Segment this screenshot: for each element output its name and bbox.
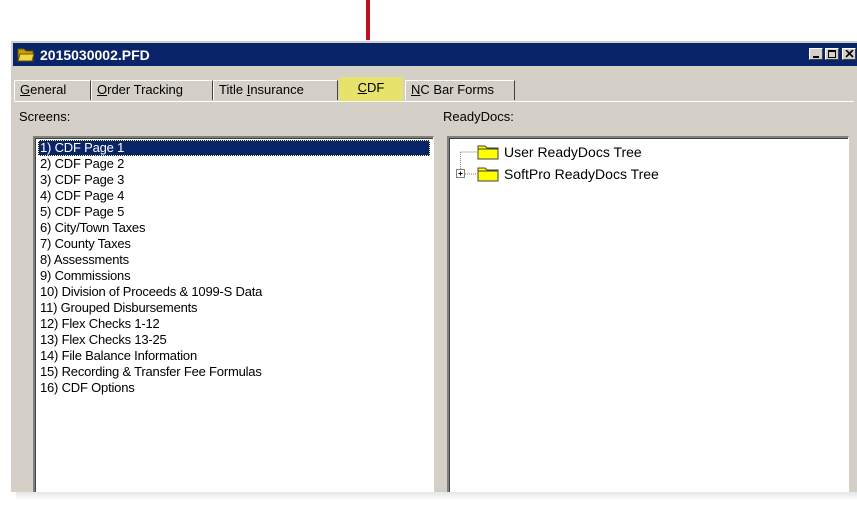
screens-label: Screens: [19, 109, 71, 124]
minimize-button[interactable] [809, 48, 823, 60]
tab-general[interactable]: General [14, 80, 91, 100]
tab-cdf[interactable]: CDF [339, 77, 403, 101]
readydocs-label: ReadyDocs: [443, 109, 514, 124]
tab-title-insurance-label-pre: Title [219, 82, 247, 97]
screens-list-item[interactable]: 6) City/Town Taxes [38, 220, 430, 236]
window-title: 2015030002.PFD [40, 47, 150, 63]
screens-list-item[interactable]: 14) File Balance Information [38, 348, 430, 364]
minimize-icon [813, 56, 819, 58]
screens-list-item[interactable]: 3) CDF Page 3 [38, 172, 430, 188]
folder-icon [477, 167, 499, 182]
close-button[interactable] [842, 48, 856, 60]
screens-list-item[interactable]: 7) County Taxes [38, 236, 430, 252]
screens-list-item[interactable]: 4) CDF Page 4 [38, 188, 430, 204]
screens-list-item[interactable]: 10) Division of Proceeds & 1099-S Data [38, 284, 430, 300]
screens-list-item[interactable]: 12) Flex Checks 1-12 [38, 316, 430, 332]
tab-nc-bar-forms[interactable]: NC Bar Forms [405, 80, 515, 100]
screens-list-item[interactable]: 1) CDF Page 1 [38, 140, 430, 156]
screens-list-item[interactable]: 16) CDF Options [38, 380, 430, 396]
screens-list-item[interactable]: 9) Commissions [38, 268, 430, 284]
tab-title-insurance-label: nsurance [250, 82, 304, 97]
close-icon [845, 50, 854, 58]
tab-nc-bar-forms-label: C Bar Forms [420, 82, 495, 97]
maximize-icon [828, 50, 836, 58]
tree-node-label: User ReadyDocs Tree [504, 144, 642, 160]
tab-general-accesskey: G [20, 82, 31, 97]
tab-nc-bar-forms-accesskey: N [411, 82, 421, 97]
readydocs-tree[interactable]: User ReadyDocs Tree SoftPro ReadyDocs Tr… [447, 136, 849, 492]
tab-title-insurance[interactable]: Title Insurance [213, 80, 338, 100]
tab-order-tracking-label: rder Tracking [107, 82, 183, 97]
tab-cdf-accesskey: C [357, 80, 368, 95]
screens-list-item[interactable]: 13) Flex Checks 13-25 [38, 332, 430, 348]
tab-order-tracking-accesskey: O [97, 82, 108, 97]
tab-order-tracking[interactable]: Order Tracking [91, 80, 213, 100]
screens-list-items: 1) CDF Page 1 2) CDF Page 2 3) CDF Page 34… [38, 140, 430, 396]
tab-general-label: eneral [30, 82, 67, 97]
maximize-button[interactable] [825, 48, 839, 60]
screens-list-item[interactable]: 11) Grouped Disbursements [38, 300, 430, 316]
title-bar[interactable]: 2015030002.PFD [13, 43, 857, 66]
folder-icon [477, 145, 499, 160]
screens-list-item[interactable]: 5) CDF Page 5 [38, 204, 430, 220]
tab-cdf-label: DF [367, 80, 385, 95]
screens-list-item[interactable]: 15) Recording & Transfer Fee Formulas [38, 364, 430, 380]
screens-list-item[interactable]: 8) Assessments [38, 252, 430, 268]
tree-node-label: SoftPro ReadyDocs Tree [504, 166, 659, 182]
screens-listbox[interactable]: 1) CDF Page 1 2) CDF Page 2 3) CDF Page 34… [33, 136, 434, 492]
app-window: 2015030002.PFD General Order Tracking Ti… [10, 40, 857, 492]
open-folder-icon [17, 48, 35, 62]
screens-list-item[interactable]: 2) CDF Page 2 [38, 156, 430, 172]
tab-panel-border [14, 101, 854, 102]
